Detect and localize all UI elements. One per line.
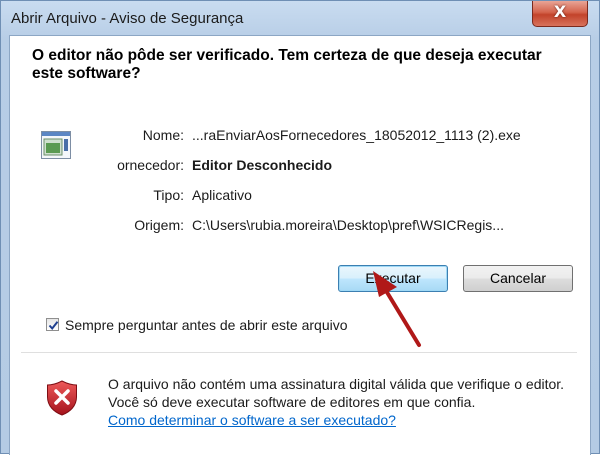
- field-value-publisher: Editor Desconhecido: [192, 157, 333, 173]
- field-label-name: Nome:: [142, 127, 184, 143]
- execute-button[interactable]: Executar: [338, 265, 448, 292]
- checkmark-icon: [48, 321, 59, 331]
- always-ask-label: Sempre perguntar antes de abrir este arq…: [65, 317, 348, 333]
- cancel-button[interactable]: Cancelar: [463, 265, 573, 292]
- dialog-question: O editor não pôde ser verificado. Tem ce…: [32, 47, 542, 82]
- help-link[interactable]: Como determinar o software a ser executa…: [108, 412, 396, 428]
- warning-text: O arquivo não contém uma assinatura digi…: [108, 376, 565, 410]
- close-icon: X: [553, 2, 567, 21]
- always-ask-checkbox[interactable]: [46, 318, 59, 331]
- window-title: Abrir Arquivo - Aviso de Segurança: [11, 10, 244, 27]
- field-value-type: Aplicativo: [192, 187, 252, 203]
- security-shield-icon: [47, 380, 77, 416]
- field-label-origin: Origem:: [134, 217, 184, 233]
- field-label-type: Tipo:: [153, 187, 184, 203]
- security-warning-window: Abrir Arquivo - Aviso de Segurança X O e…: [0, 0, 600, 455]
- separator: [21, 352, 577, 353]
- field-value-origin: C:\Users\rubia.moreira\Desktop\pref\WSIC…: [192, 217, 504, 233]
- close-button[interactable]: X: [532, 1, 588, 27]
- title-bar[interactable]: Abrir Arquivo - Aviso de Segurança X: [1, 1, 599, 35]
- warning-message: O arquivo não contém uma assinatura digi…: [108, 375, 578, 429]
- field-label-publisher: ornecedor:: [117, 157, 184, 173]
- field-value-name: ...raEnviarAosFornecedores_18052012_1113…: [192, 127, 521, 143]
